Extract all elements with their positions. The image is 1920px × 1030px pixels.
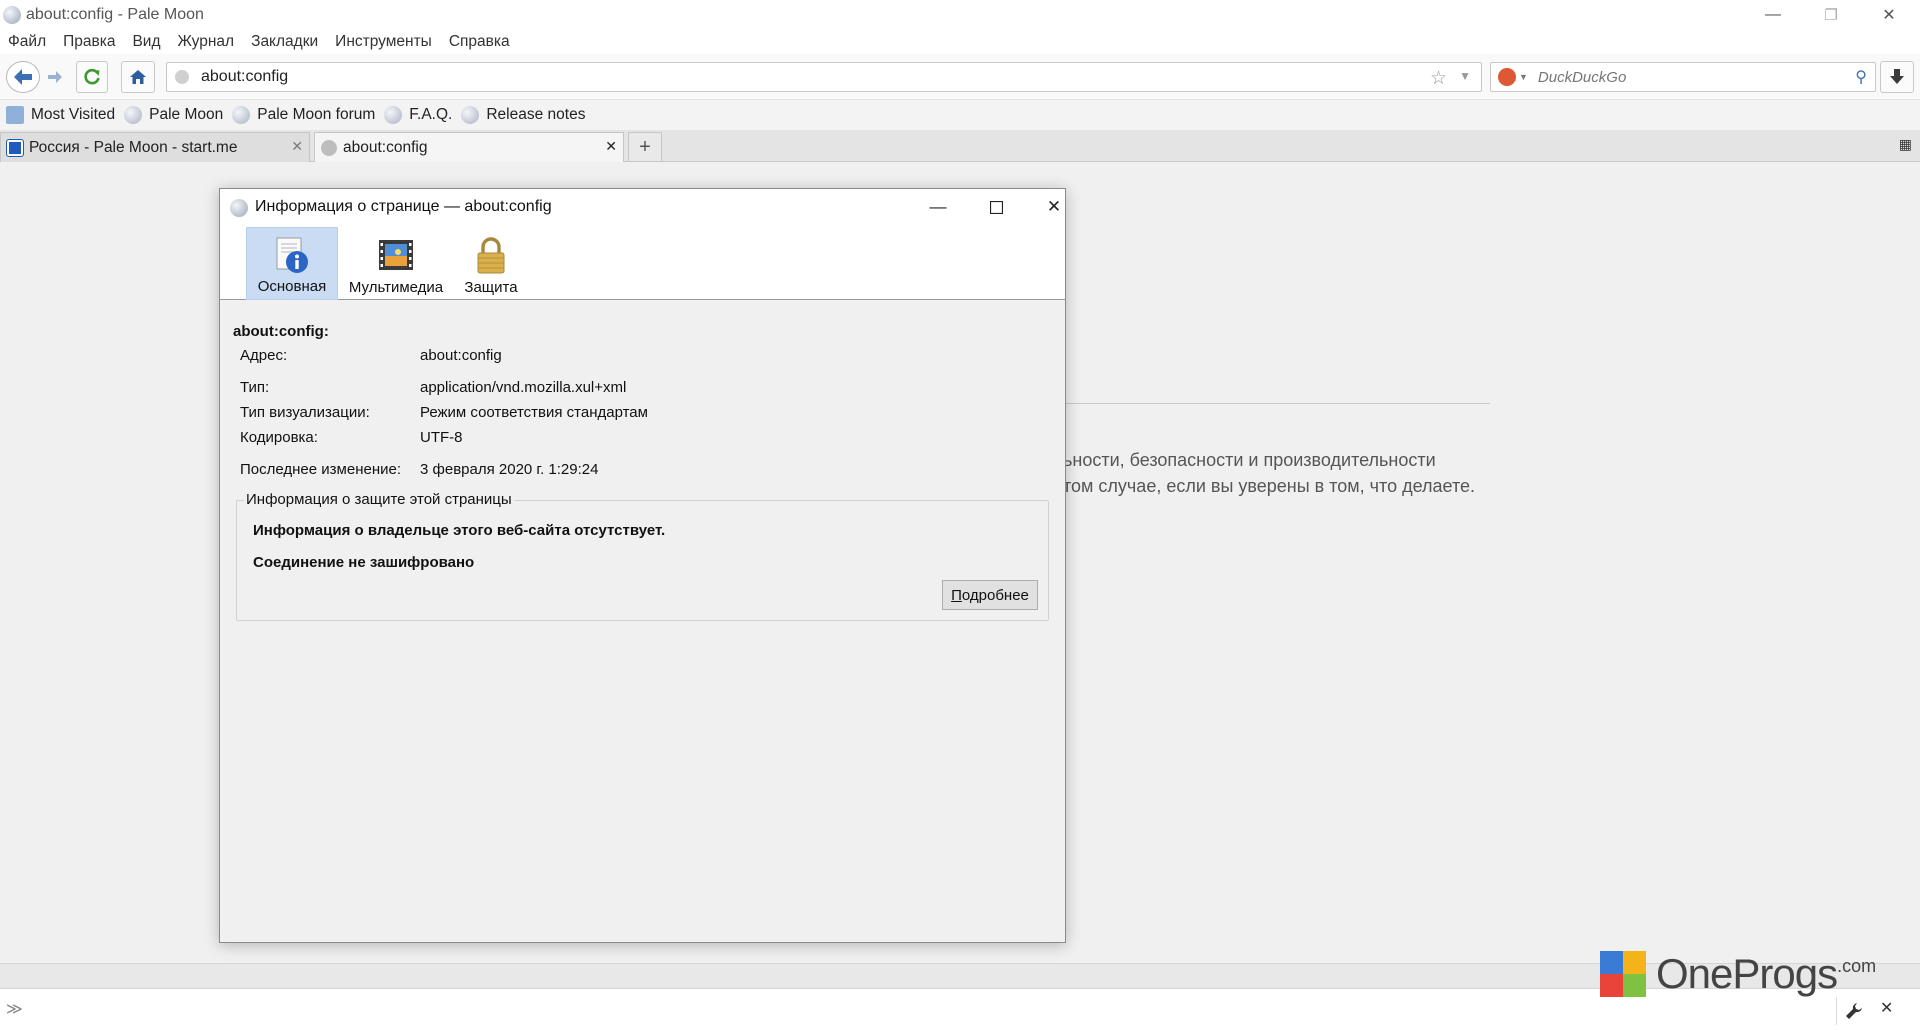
field-render-mode: Тип визуализации: Режим соответствия ста… — [240, 404, 648, 421]
page-info-dialog: Информация о странице — about:config — ✕… — [219, 188, 1066, 943]
close-tab-icon[interactable]: ✕ — [605, 138, 617, 155]
forward-button[interactable] — [41, 61, 69, 93]
info-document-icon — [273, 235, 311, 275]
pale-moon-icon — [3, 6, 21, 24]
url-dropdown-icon[interactable]: ▼ — [1459, 69, 1471, 83]
field-last-modified: Последнее изменение: 3 февраля 2020 г. 1… — [240, 461, 599, 478]
url-text[interactable]: about:config — [201, 68, 288, 86]
field-type: Тип: application/vnd.mozilla.xul+xml — [240, 379, 627, 396]
bookmarks-toolbar: Most Visited Pale Moon Pale Moon forum F… — [0, 100, 1920, 130]
menu-tools[interactable]: Инструменты — [335, 33, 432, 51]
security-details-button[interactable]: Подробнее — [942, 580, 1038, 610]
security-connection-text: Соединение не зашифровано — [253, 554, 475, 571]
divider — [1060, 403, 1490, 404]
expand-icon[interactable]: ≫ — [6, 999, 23, 1019]
bookmark-faq[interactable]: F.A.Q. — [384, 106, 452, 124]
bookmark-most-visited[interactable]: Most Visited — [6, 106, 115, 124]
menu-bar: Файл Правка Вид Журнал Закладки Инструме… — [0, 30, 1920, 54]
watermark-name: OneProgs — [1656, 950, 1838, 997]
wrench-icon[interactable] — [1836, 997, 1870, 1025]
dialog-maximize-button[interactable] — [976, 193, 1016, 221]
site-identity-icon[interactable] — [175, 70, 189, 84]
maximize-icon — [989, 200, 1003, 214]
startme-icon — [6, 138, 24, 157]
window-title: about:config - Pale Moon — [26, 6, 204, 23]
wrench-icon — [1845, 1003, 1862, 1019]
folder-icon — [6, 106, 24, 124]
dialog-title: Информация о странице — about:config — [255, 198, 552, 215]
tab-media[interactable]: Мультимедиа — [344, 227, 448, 300]
close-button[interactable]: ✕ — [1860, 0, 1918, 30]
menu-bookmarks[interactable]: Закладки — [251, 33, 318, 51]
watermark: OneProgs .com — [1600, 950, 1876, 998]
downloads-button[interactable] — [1880, 61, 1914, 93]
arrow-right-icon — [48, 71, 62, 83]
restore-button[interactable]: ❐ — [1802, 0, 1860, 30]
page-title: about:config: — [233, 323, 329, 340]
padlock-icon — [472, 236, 510, 276]
general-panel: about:config: Адрес: about:config Тип: a… — [220, 301, 1065, 942]
menu-help[interactable]: Справка — [449, 33, 510, 51]
tab-about-config[interactable]: about:config ✕ — [314, 132, 624, 162]
menu-view[interactable]: Вид — [132, 33, 160, 51]
arrow-left-icon — [14, 69, 32, 85]
tab-general[interactable]: Основная — [246, 227, 338, 300]
search-input[interactable] — [1537, 68, 1848, 86]
tab-bar: Россия - Pale Moon - start.me ✕ about:co… — [0, 130, 1920, 162]
field-encoding: Кодировка: UTF-8 — [240, 429, 463, 446]
menu-edit[interactable]: Правка — [63, 33, 115, 51]
duckduckgo-icon[interactable] — [1498, 68, 1516, 86]
list-all-tabs-icon[interactable]: ▦ — [1899, 136, 1912, 153]
close-addon-bar-icon[interactable]: ✕ — [1880, 998, 1893, 1018]
menu-history[interactable]: Журнал — [178, 33, 235, 51]
dialog-section-toolbar: Основная Мультимедиа Защита — [220, 226, 1065, 300]
reload-button[interactable] — [76, 61, 108, 93]
dialog-title-bar: Информация о странице — about:config — ✕ — [220, 189, 1065, 226]
watermark-suffix: .com — [1837, 956, 1877, 976]
reload-icon — [84, 68, 100, 85]
media-film-icon — [377, 236, 415, 276]
bookmark-forum[interactable]: Pale Moon forum — [232, 106, 375, 124]
bookmark-star-icon[interactable]: ☆ — [1430, 67, 1447, 90]
title-bar: about:config - Pale Moon — ❐ ✕ — [0, 0, 1920, 30]
back-button[interactable] — [6, 61, 40, 93]
url-bar[interactable]: about:config ☆ ▼ — [166, 62, 1482, 92]
warning-text-line: ьности, безопасности и производительност… — [1063, 450, 1436, 470]
field-address: Адрес: about:config — [240, 347, 502, 364]
oneprogs-logo — [1600, 951, 1646, 997]
home-icon — [130, 70, 146, 84]
search-bar[interactable]: ▼ ⚲ — [1490, 62, 1876, 92]
tab-startme[interactable]: Россия - Pale Moon - start.me ✕ — [0, 132, 310, 162]
tab-security[interactable]: Защита — [454, 227, 528, 300]
bookmark-release-notes[interactable]: Release notes — [461, 106, 585, 124]
globe-icon — [124, 106, 143, 124]
search-icon[interactable]: ⚲ — [1855, 67, 1867, 87]
dialog-close-button[interactable]: ✕ — [1034, 193, 1074, 221]
security-groupbox-legend: Информация о защите этой страницы — [244, 491, 514, 508]
engine-dropdown-icon[interactable]: ▼ — [1519, 72, 1528, 82]
bookmark-pale-moon[interactable]: Pale Moon — [124, 106, 223, 124]
navigation-toolbar: about:config ☆ ▼ ▼ ⚲ — [0, 54, 1920, 100]
globe-icon — [232, 106, 251, 124]
download-arrow-icon — [1890, 69, 1904, 84]
globe-icon — [461, 106, 480, 124]
security-owner-text: Информация о владельце этого веб-сайта о… — [253, 522, 666, 539]
globe-icon — [321, 139, 337, 156]
minimize-button[interactable]: — — [1744, 0, 1802, 30]
globe-icon — [384, 106, 403, 124]
home-button[interactable] — [121, 61, 155, 93]
warning-text-line: том случае, если вы уверены в том, что д… — [1063, 476, 1475, 496]
menu-file[interactable]: Файл — [8, 33, 46, 51]
dialog-minimize-button[interactable]: — — [918, 193, 958, 221]
new-tab-button[interactable]: + — [628, 132, 662, 162]
pale-moon-icon — [230, 199, 248, 217]
close-tab-icon[interactable]: ✕ — [291, 138, 303, 155]
